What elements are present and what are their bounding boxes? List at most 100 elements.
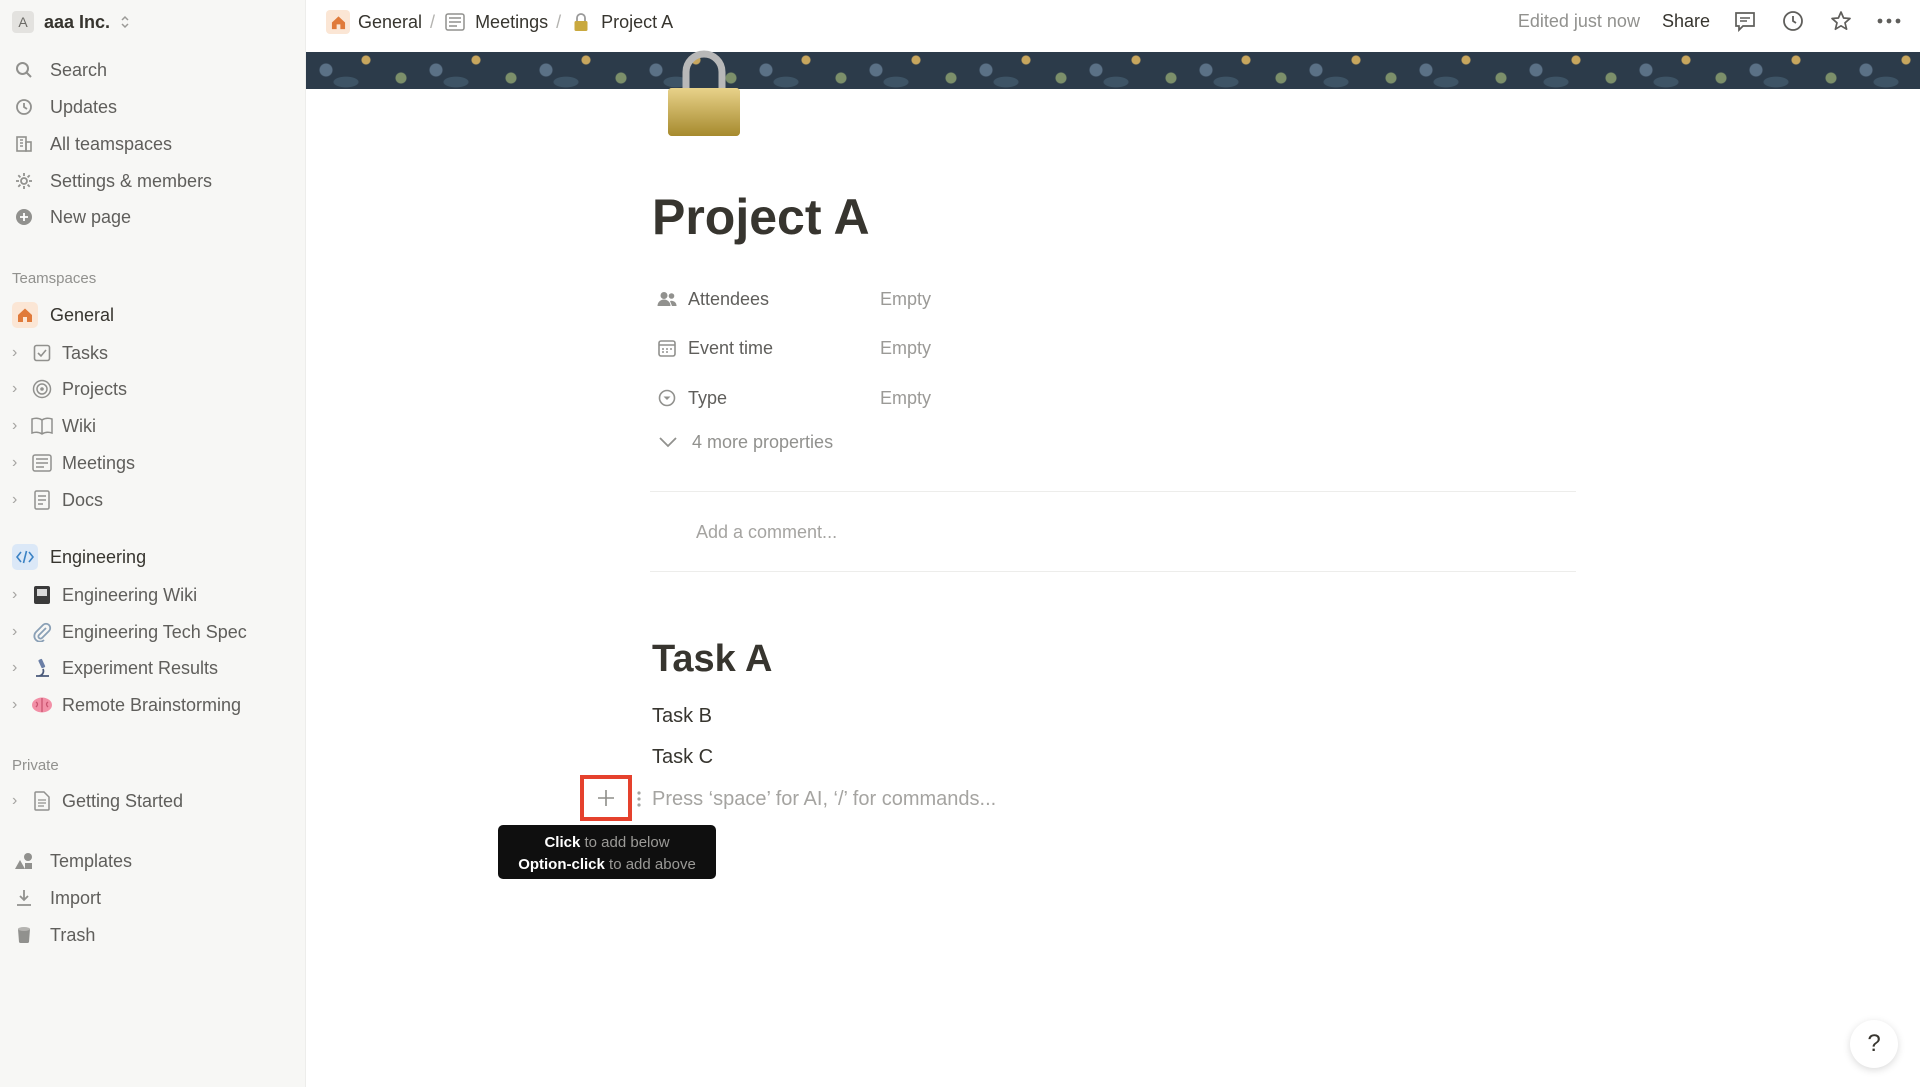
add-block-button[interactable] [580, 775, 632, 821]
nav-label: New page [50, 206, 132, 227]
topbar-actions: Edited just now Share [1518, 8, 1902, 34]
breadcrumb-label: Meetings [475, 11, 549, 32]
sidebar-item-experiment-results[interactable]: › Experiment Results [12, 653, 218, 683]
document-icon [30, 488, 54, 512]
calendar-icon [656, 337, 678, 359]
nav-label: Updates [50, 96, 118, 117]
nav-updates[interactable]: Updates [12, 92, 117, 122]
nav-new-page[interactable]: New page [12, 202, 131, 232]
sidebar-item-label: Projects [62, 378, 128, 399]
nav-label: All teamspaces [50, 133, 173, 154]
property-type[interactable]: Type Empty [656, 381, 931, 415]
empty-block-input[interactable]: Press ‘space’ for AI, ‘/’ for commands..… [652, 788, 996, 811]
breadcrumb: General / Meetings / Project A [326, 10, 673, 34]
nav-settings[interactable]: Settings & members [12, 166, 212, 196]
sidebar-item-label: Getting Started [62, 790, 184, 811]
chevron-right-icon[interactable]: › [12, 586, 24, 604]
property-value[interactable]: Empty [880, 338, 931, 359]
microscope-icon [30, 656, 54, 680]
sidebar-item-getting-started[interactable]: › Getting Started [12, 786, 183, 816]
sidebar-item-meetings[interactable]: › Meetings [12, 448, 135, 478]
teamspace-general[interactable]: General [12, 300, 114, 330]
breadcrumb-label: General [358, 11, 423, 32]
more-properties-toggle[interactable]: 4 more properties [658, 432, 833, 453]
checkbox-icon [30, 341, 54, 365]
trash-icon [12, 923, 36, 947]
workspace-switcher[interactable]: A aaa Inc. [12, 10, 130, 34]
nav-label: Import [50, 887, 102, 908]
sidebar-item-label: Remote Brainstorming [62, 694, 242, 715]
chevron-down-icon [658, 432, 678, 453]
chevron-right-icon[interactable]: › [12, 344, 24, 362]
chevron-right-icon[interactable]: › [12, 792, 24, 810]
breadcrumb-separator: / [430, 11, 436, 32]
nav-import[interactable]: Import [12, 883, 101, 913]
topbar: General / Meetings / Project A Edited ju… [306, 0, 1920, 44]
add-comment-input[interactable]: Add a comment... [696, 522, 837, 543]
nav-label: Search [50, 59, 108, 80]
property-name[interactable]: Attendees [656, 288, 880, 310]
history-icon[interactable] [1780, 8, 1806, 34]
chevron-right-icon[interactable]: › [12, 417, 24, 435]
nav-templates[interactable]: Templates [12, 846, 132, 876]
teamspaces-label: Teamspaces [12, 270, 97, 287]
sidebar-item-wiki[interactable]: › Wiki [12, 411, 96, 441]
notes-icon [443, 10, 467, 34]
chevron-right-icon[interactable]: › [12, 659, 24, 677]
breadcrumb-meetings[interactable]: Meetings [443, 10, 548, 34]
tooltip-line: Option-click to add above [498, 854, 716, 876]
property-name[interactable]: Type [656, 387, 880, 409]
add-block-tooltip: Click to add below Option-click to add a… [498, 825, 716, 879]
help-button[interactable]: ? [1850, 1020, 1898, 1068]
sidebar-item-engineering-wiki[interactable]: › Engineering Wiki [12, 580, 197, 610]
nav-all-teamspaces[interactable]: All teamspaces [12, 129, 172, 159]
property-event-time[interactable]: Event time Empty [656, 331, 931, 365]
sidebar-item-label: Engineering Tech Spec [62, 621, 247, 642]
chevron-right-icon[interactable]: › [12, 454, 24, 472]
more-properties-label: 4 more properties [692, 432, 834, 452]
property-value[interactable]: Empty [880, 289, 931, 310]
sidebar-item-label: Tasks [62, 342, 109, 363]
property-attendees[interactable]: Attendees Empty [656, 282, 931, 316]
sidebar-item-label: Experiment Results [62, 657, 219, 678]
chevron-right-icon[interactable]: › [12, 491, 24, 509]
tooltip-text: to add below [580, 834, 670, 851]
nav-trash[interactable]: Trash [12, 920, 95, 950]
sidebar-item-docs[interactable]: › Docs [12, 485, 103, 515]
share-button[interactable]: Share [1662, 11, 1710, 32]
breadcrumb-general[interactable]: General [326, 10, 422, 34]
property-value[interactable]: Empty [880, 388, 931, 409]
heading-block[interactable]: Task A [652, 638, 772, 681]
home-icon [326, 10, 350, 34]
select-icon [656, 387, 678, 409]
divider [650, 571, 1576, 572]
nav-search[interactable]: Search [12, 55, 107, 85]
sidebar-item-label: Docs [62, 489, 104, 510]
page-cover[interactable] [306, 52, 1920, 89]
star-icon[interactable] [1828, 8, 1854, 34]
property-name[interactable]: Event time [656, 337, 880, 359]
workspace-name: aaa Inc. [44, 11, 111, 32]
gear-icon [12, 169, 36, 193]
property-label: Type [688, 387, 728, 408]
home-icon [12, 302, 38, 328]
chevron-right-icon[interactable]: › [12, 696, 24, 714]
chevron-right-icon[interactable]: › [12, 380, 24, 398]
padlock-icon[interactable] [666, 50, 742, 138]
sidebar-item-engineering-tech-spec[interactable]: › Engineering Tech Spec [12, 617, 247, 647]
brain-icon [30, 693, 54, 717]
sidebar-item-projects[interactable]: › Projects [12, 374, 127, 404]
notebook-icon [30, 583, 54, 607]
sidebar-item-remote-brainstorming[interactable]: › Remote Brainstorming [12, 690, 241, 720]
chevron-right-icon[interactable]: › [12, 623, 24, 641]
building-icon [12, 132, 36, 156]
more-icon[interactable] [1876, 8, 1902, 34]
sidebar-item-tasks[interactable]: › Tasks [12, 338, 108, 368]
drag-handle-icon[interactable] [636, 790, 644, 808]
breadcrumb-project-a[interactable]: Project A [569, 10, 673, 34]
text-block[interactable]: Task B [652, 705, 712, 728]
text-block[interactable]: Task C [652, 746, 713, 769]
teamspace-engineering[interactable]: Engineering [12, 542, 146, 572]
comments-icon[interactable] [1732, 8, 1758, 34]
page-title[interactable]: Project A [652, 188, 870, 246]
